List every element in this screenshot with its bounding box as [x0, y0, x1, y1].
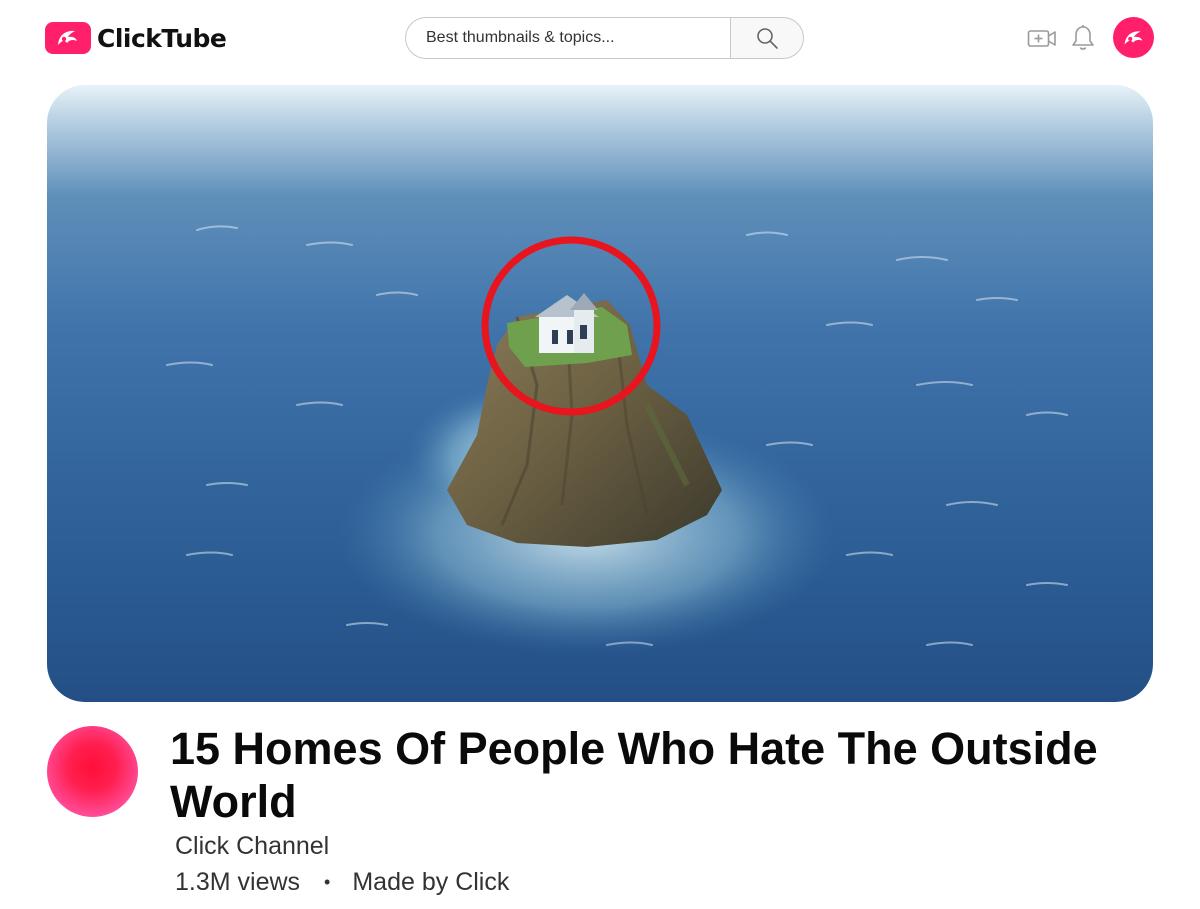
create-video-icon[interactable]: [1027, 24, 1057, 52]
avatar[interactable]: [1113, 17, 1154, 58]
logo-mark-icon: [45, 22, 91, 54]
search-button[interactable]: [730, 17, 804, 59]
bell-icon[interactable]: [1070, 24, 1096, 52]
meta-separator: •: [324, 872, 331, 892]
video-thumbnail[interactable]: [47, 85, 1153, 702]
app-name: ClickTube: [97, 23, 227, 53]
search-bar: [405, 17, 804, 59]
view-count: 1.3M views: [175, 868, 301, 896]
channel-avatar[interactable]: [47, 726, 138, 817]
video-meta: 1.3M views • Made by Click: [175, 868, 509, 897]
made-by: Made by Click: [352, 868, 510, 896]
search-input[interactable]: [405, 17, 730, 59]
search-icon: [757, 28, 778, 49]
logo[interactable]: ClickTube: [45, 22, 227, 54]
channel-name[interactable]: Click Channel: [175, 832, 329, 861]
video-title[interactable]: 15 Homes Of People Who Hate The Outside …: [170, 722, 1160, 828]
avatar-logo-icon: [1124, 30, 1142, 45]
top-bar: ClickTube: [0, 0, 1200, 80]
